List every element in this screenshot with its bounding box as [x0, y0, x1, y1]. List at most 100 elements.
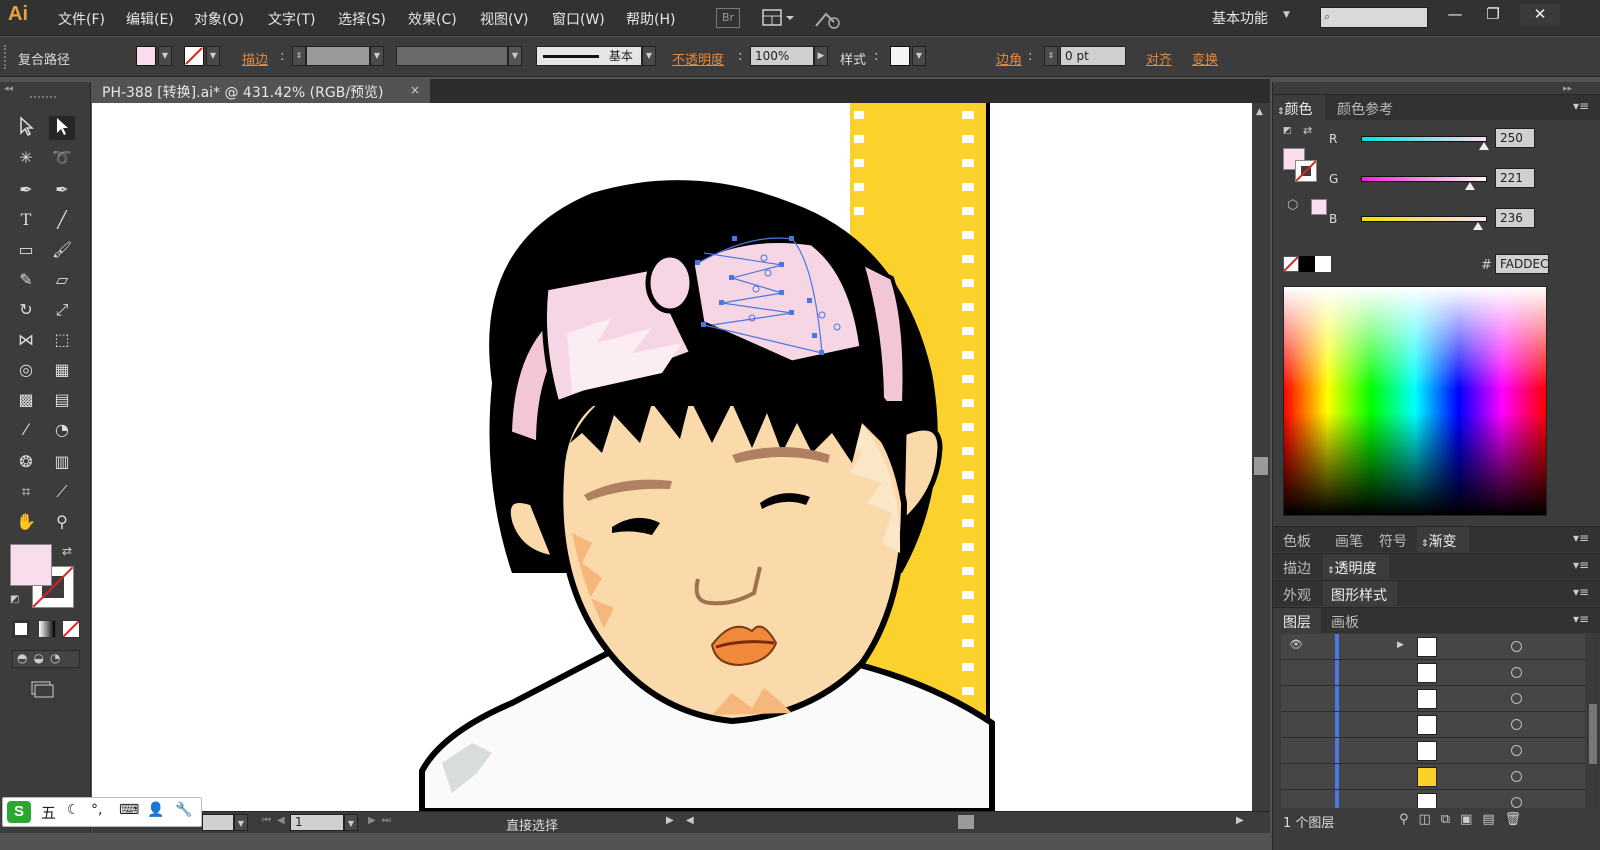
target-circle-icon[interactable]: [1511, 641, 1522, 652]
tab-color[interactable]: ⇕颜色: [1277, 99, 1313, 119]
stroke-dropdown[interactable]: ▼: [206, 46, 220, 66]
zoom-dropdown[interactable]: ▼: [234, 814, 248, 831]
tab-appearance[interactable]: 外观: [1283, 585, 1311, 605]
opacity-field[interactable]: 100%: [750, 46, 814, 66]
tab-gradient[interactable]: ⇕渐变: [1421, 531, 1457, 551]
screen-mode-icon[interactable]: [30, 680, 54, 698]
width-tool-icon[interactable]: ⋈: [13, 328, 39, 352]
tab-artboards[interactable]: 画板: [1331, 612, 1359, 632]
scale-tool-icon[interactable]: ⤢: [49, 298, 75, 322]
color-stroke-swatch[interactable]: [1295, 160, 1317, 182]
line-segment-tool-icon[interactable]: ╱: [49, 208, 75, 232]
menu-help[interactable]: 帮助(H): [626, 9, 675, 29]
panel-menu-icon[interactable]: ▾≡: [1573, 612, 1589, 626]
sogou-logo-icon[interactable]: S: [7, 801, 31, 823]
hand-tool-icon[interactable]: ✋: [13, 510, 39, 534]
user-icon[interactable]: 👤: [147, 802, 164, 818]
tab-transparency[interactable]: ⇕透明度: [1327, 558, 1377, 578]
tab-stroke[interactable]: 描边: [1283, 558, 1311, 578]
artboard-canvas[interactable]: [92, 103, 1252, 811]
scroll-left-icon[interactable]: ◀: [686, 815, 694, 826]
color-spectrum[interactable]: [1283, 286, 1547, 516]
tab-color-guide[interactable]: 颜色参考: [1337, 99, 1393, 119]
default-fill-stroke-icon[interactable]: ◩: [1283, 126, 1297, 138]
panel-menu-icon[interactable]: ▾≡: [1573, 558, 1589, 572]
slice-tool-icon[interactable]: ⟋: [49, 480, 75, 504]
color-mode-button[interactable]: [12, 620, 30, 638]
rectangle-tool-icon[interactable]: ▭: [13, 238, 39, 262]
column-graph-tool-icon[interactable]: ▥: [49, 450, 75, 474]
bridge-icon[interactable]: Br: [716, 8, 740, 28]
punctuation-icon[interactable]: °,: [91, 802, 102, 818]
fill-color-front[interactable]: [10, 544, 52, 586]
free-transform-tool-icon[interactable]: ⬚: [49, 328, 75, 352]
mesh-tool-icon[interactable]: ▩: [13, 388, 39, 412]
g-slider-thumb[interactable]: [1465, 182, 1476, 190]
swap-fill-stroke-icon[interactable]: ⇄: [1303, 124, 1312, 137]
expand-arrow-icon[interactable]: ▶: [1397, 640, 1404, 650]
web-safe-color-swatch[interactable]: [1311, 199, 1327, 215]
fill-swatch[interactable]: [136, 46, 156, 66]
panel-menu-icon[interactable]: ▾≡: [1573, 585, 1589, 599]
gpu-performance-icon[interactable]: [814, 8, 840, 29]
g-value-field[interactable]: 221: [1495, 168, 1535, 188]
keyboard-icon[interactable]: ⌨: [119, 802, 139, 818]
artboard-dropdown[interactable]: ▼: [344, 814, 358, 831]
white-color-button[interactable]: [1315, 256, 1331, 272]
b-slider-thumb[interactable]: [1472, 222, 1483, 230]
variable-width-profile[interactable]: [396, 46, 508, 66]
menu-select[interactable]: 选择(S): [338, 9, 386, 29]
eyedropper-tool-icon[interactable]: ⁄: [13, 418, 39, 442]
graphic-style-dropdown[interactable]: ▼: [912, 46, 926, 66]
variable-width-dropdown[interactable]: ▼: [508, 46, 522, 66]
stroke-none-swatch[interactable]: [184, 46, 204, 66]
corner-radius-field[interactable]: 0 pt: [1060, 46, 1126, 66]
vertical-scrollbar[interactable]: ▲: [1252, 103, 1270, 811]
stroke-weight-stepper[interactable]: ⇕: [292, 46, 306, 66]
scroll-thumb[interactable]: [1254, 457, 1268, 475]
b-value-field[interactable]: 236: [1495, 208, 1535, 228]
minimize-button[interactable]: —: [1440, 4, 1470, 26]
target-circle-icon[interactable]: [1511, 797, 1522, 808]
selection-tool-icon[interactable]: [13, 116, 39, 140]
layer-row[interactable]: [1281, 686, 1585, 712]
scroll-right-icon[interactable]: ▶: [1236, 815, 1244, 826]
blend-tool-icon[interactable]: ◔: [49, 418, 75, 442]
none-mode-button[interactable]: [62, 620, 80, 638]
default-colors-icon[interactable]: ◩: [10, 594, 19, 605]
r-slider-thumb[interactable]: [1479, 142, 1490, 150]
hex-value-field[interactable]: FADDEC: [1495, 254, 1549, 274]
close-tab-icon[interactable]: ×: [410, 83, 420, 97]
pencil-tool-icon[interactable]: ✎: [13, 268, 39, 292]
search-input[interactable]: [1320, 7, 1428, 28]
artwork-illustration[interactable]: [92, 103, 1252, 811]
opacity-arrow[interactable]: ▶: [814, 46, 828, 66]
tab-swatches[interactable]: 色板: [1283, 531, 1311, 551]
menu-type[interactable]: 文字(T): [268, 9, 315, 29]
tab-brushes[interactable]: 画笔: [1335, 531, 1363, 551]
black-color-button[interactable]: [1299, 256, 1315, 272]
none-color-button[interactable]: [1283, 256, 1299, 272]
eye-icon[interactable]: 👁: [1289, 638, 1303, 651]
moon-icon[interactable]: ☾: [67, 802, 80, 818]
horizontal-scroll-thumb[interactable]: [958, 815, 974, 829]
workspace-switcher[interactable]: 基本功能: [1212, 8, 1268, 28]
menu-window[interactable]: 窗口(W): [552, 9, 605, 29]
shape-builder-tool-icon[interactable]: ◎: [13, 358, 39, 382]
transform-link[interactable]: 变换: [1192, 49, 1218, 68]
magic-wand-tool-icon[interactable]: ✳: [13, 146, 39, 170]
layer-row[interactable]: [1281, 738, 1585, 764]
type-tool-icon[interactable]: T: [13, 208, 39, 232]
wrench-icon[interactable]: 🔧: [175, 802, 192, 818]
out-of-web-gamut-icon[interactable]: ⬡: [1287, 198, 1298, 213]
artboard-number-field[interactable]: 1: [290, 814, 344, 831]
panel-menu-icon[interactable]: ▾≡: [1573, 99, 1589, 113]
target-circle-icon[interactable]: [1511, 719, 1522, 730]
brush-dropdown[interactable]: ▼: [642, 46, 656, 66]
drawing-mode-buttons[interactable]: ◓◒◔: [12, 650, 80, 668]
grip-handle[interactable]: [30, 96, 56, 100]
graphic-style-swatch[interactable]: [890, 46, 910, 66]
r-value-field[interactable]: 250: [1495, 128, 1535, 148]
tab-layers[interactable]: 图层: [1283, 612, 1311, 632]
fill-dropdown[interactable]: ▼: [158, 46, 172, 66]
